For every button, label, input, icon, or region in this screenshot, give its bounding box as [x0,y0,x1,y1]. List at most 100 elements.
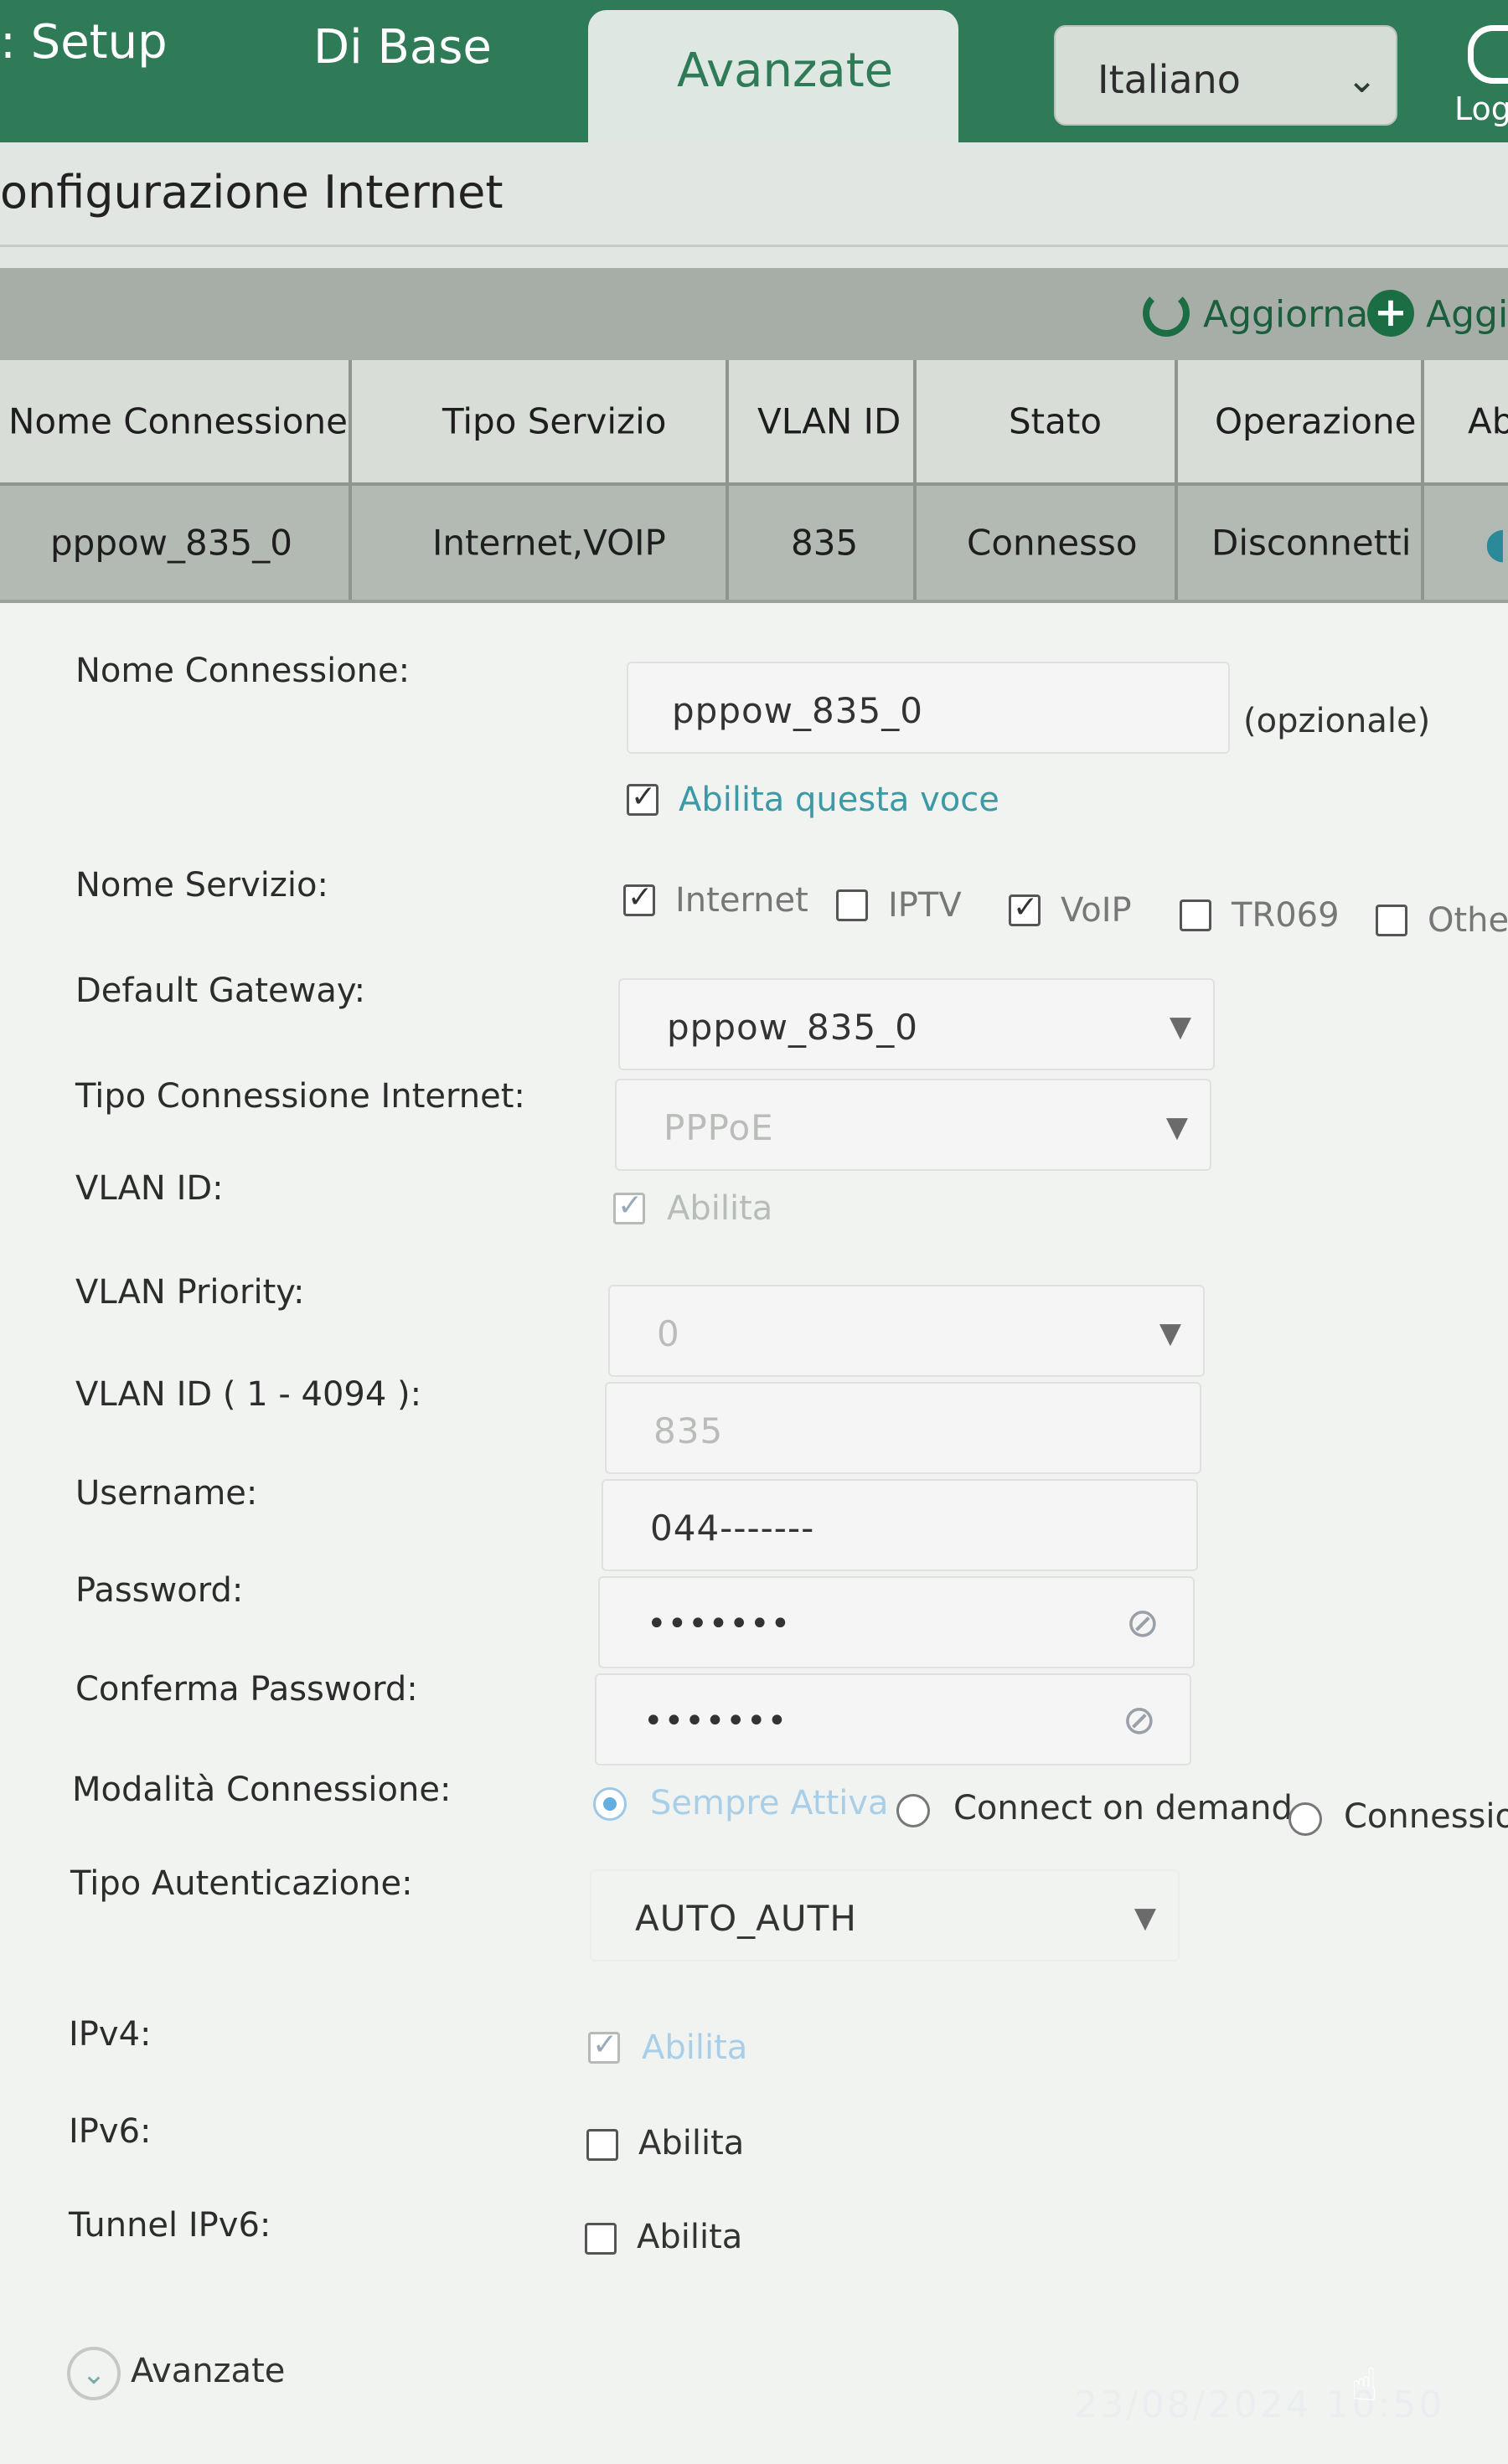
expand-advanced-icon[interactable]: ⌄ [67,2347,121,2400]
add-button[interactable]: Aggiu [1426,293,1508,336]
table-toolbar: Aggiorna + Aggiu [0,268,1508,360]
row-cell: ◖ [1424,486,1508,600]
service-iptv-checkbox[interactable] [836,889,868,921]
auth-type-select[interactable]: AUTO_AUTH ▼ [590,1869,1180,1961]
username-value: 044------- [650,1508,815,1549]
password-label: Password: [75,1571,244,1610]
header-divider [0,245,1508,247]
toggle-icon[interactable]: ◖ [1485,518,1506,567]
default-gateway-select[interactable]: pppow_835_0 ▼ [618,978,1215,1070]
header-operation: Operazione [1215,400,1417,442]
confirm-password-label: Conferma Password: [75,1670,418,1709]
service-internet-label: Internet [675,881,808,920]
ipv4-option-label: Abilita [642,2028,748,2067]
dropdown-arrow-icon: ▼ [1169,1010,1191,1044]
logout-icon[interactable] [1468,25,1508,84]
service-other-label: Other [1428,901,1508,940]
tab-avanzate[interactable]: Avanzate [588,10,958,157]
connection-name-label: Nome Connessione: [75,652,411,690]
mode-always-on-radio[interactable] [593,1787,627,1821]
vlan-priority-label: VLAN Priority: [75,1273,305,1312]
refresh-icon[interactable] [1143,290,1190,337]
add-icon[interactable]: + [1367,290,1414,337]
disconnect-link[interactable]: Disconnetti [1211,523,1411,564]
mode-manual-radio[interactable] [1289,1802,1322,1836]
page-header: onfigurazione Internet [0,142,1508,268]
ipv6-checkbox[interactable] [586,2129,618,2161]
service-iptv-label: IPTV [888,886,962,925]
vlan-priority-select[interactable]: 0 ▼ [608,1285,1205,1377]
top-nav: : Setup Di Base Avanzate Italiano ⌄ Log [0,0,1508,157]
vlan-id-input[interactable]: 835 [605,1382,1201,1474]
row-cell: pppow_835_0 [0,486,352,600]
default-gateway-label: Default Gateway: [75,972,366,1010]
header-connection-name: Nome Connessione [8,400,348,442]
connection-type-value: PPPoE [664,1107,774,1148]
photo-timestamp: 23/08/2024 10:50 [1074,2384,1445,2426]
tunnel-ipv6-option-label: Abilita [637,2218,743,2256]
row-cell: Connesso [917,486,1178,600]
router-config-page: : Setup Di Base Avanzate Italiano ⌄ Log … [0,0,1508,2464]
language-select[interactable]: Italiano ⌄ [1054,25,1397,126]
confirm-password-value: ••••••• [643,1702,788,1740]
service-voip-checkbox[interactable] [1009,890,1041,926]
tunnel-ipv6-checkbox[interactable] [585,2223,617,2255]
header-status: Stato [1009,400,1103,442]
header-cell: Ab [1424,360,1508,482]
header-cell: Nome Connessione [0,360,352,482]
dropdown-arrow-icon: ▼ [1134,1901,1156,1935]
vlan-id-label: VLAN ID: [75,1169,224,1208]
ipv6-option-label: Abilita [638,2124,745,2162]
default-gateway-value: pppow_835_0 [667,1007,918,1048]
vlan-priority-value: 0 [657,1313,680,1354]
tab-setup[interactable]: : Setup [0,15,168,70]
header-cell: Operazione [1178,360,1424,482]
connections-table-header: Nome Connessione Tipo Servizio VLAN ID S… [0,360,1508,486]
connection-type-select[interactable]: PPPoE ▼ [615,1079,1211,1171]
service-internet-checkbox[interactable] [623,880,655,916]
optional-note: (opzionale) [1243,702,1431,740]
header-enable: Ab [1468,400,1508,442]
header-service-type: Tipo Servizio [442,400,667,442]
connection-mode-label: Modalità Connessione: [72,1771,452,1809]
advanced-toggle-label[interactable]: Avanzate [131,2352,285,2390]
tab-avanzate-label: Avanzate [677,44,894,98]
mode-on-demand-label: Connect on demand [953,1789,1293,1827]
dropdown-arrow-icon: ▼ [1165,1111,1188,1144]
vlan-id-value: 835 [653,1410,724,1451]
table-row[interactable]: pppow_835_0 Internet,VOIP 835 Connesso D… [0,486,1508,603]
username-input[interactable]: 044------- [602,1479,1198,1571]
mode-manual-label: Connession [1344,1797,1508,1836]
auth-type-value: AUTO_AUTH [635,1898,857,1939]
connection-name-input[interactable]: pppow_835_0 [627,662,1230,754]
service-tr069-checkbox[interactable] [1180,900,1211,931]
row-connection-name: pppow_835_0 [50,522,292,564]
auth-type-label: Tipo Autenticazione: [70,1864,413,1903]
ipv4-checkbox[interactable] [588,2028,620,2064]
mode-on-demand-radio[interactable] [896,1794,930,1827]
vlan-id-range-label: VLAN ID ( 1 - 4094 ): [75,1375,422,1414]
service-voip-label: VoIP [1061,891,1132,930]
tab-di-base[interactable]: Di Base [313,20,492,75]
password-input[interactable]: ••••••• ⊘ [598,1576,1195,1668]
hide-password-icon[interactable]: ⊘ [1123,1697,1156,1744]
connection-type-label: Tipo Connessione Internet: [75,1077,525,1116]
row-cell: 835 [729,486,917,600]
confirm-password-input[interactable]: ••••••• ⊘ [595,1673,1191,1766]
refresh-button[interactable]: Aggiorna [1203,293,1368,336]
connection-name-value: pppow_835_0 [672,690,923,731]
logout-label[interactable]: Log [1454,90,1508,127]
ipv6-label: IPv6: [69,2112,152,2151]
page-title: onfigurazione Internet [0,166,504,219]
language-value: Italiano [1097,57,1241,102]
tunnel-ipv6-label: Tunnel IPv6: [69,2206,271,2245]
pointer-cursor-icon: ☝ [1350,2358,1378,2411]
hide-password-icon[interactable]: ⊘ [1126,1600,1159,1647]
enable-entry-checkbox[interactable] [627,780,658,816]
vlan-enable-checkbox[interactable] [613,1188,645,1224]
header-cell: VLAN ID [729,360,917,482]
chevron-down-icon: ⌄ [1346,59,1377,101]
row-cell: Internet,VOIP [352,486,729,600]
service-other-checkbox[interactable] [1376,905,1407,936]
header-cell: Stato [917,360,1178,482]
